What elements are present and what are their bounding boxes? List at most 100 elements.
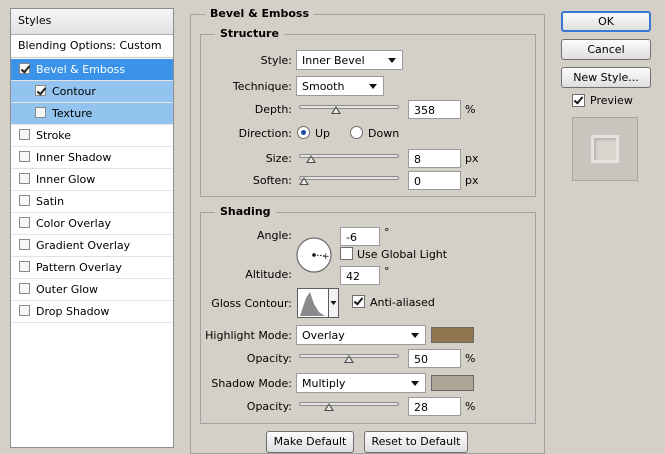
style-item-bevel-emboss[interactable]: Bevel & Emboss	[11, 59, 173, 81]
style-item-checkbox[interactable]	[19, 261, 30, 272]
style-item-checkbox[interactable]	[19, 151, 30, 162]
blending-options-item[interactable]: Blending Options: Custom	[11, 36, 173, 58]
style-item-outer-glow[interactable]: Outer Glow	[11, 279, 173, 301]
style-label: Style:	[260, 54, 292, 67]
style-item-label: Stroke	[36, 129, 72, 142]
depth-unit: %	[465, 103, 476, 116]
shadow-opacity-input[interactable]: 28	[408, 397, 461, 416]
style-item-checkbox[interactable]	[19, 173, 30, 184]
style-item-checkbox[interactable]	[19, 239, 30, 250]
new-style-button[interactable]: New Style...	[561, 67, 651, 88]
soften-input[interactable]: 0	[408, 171, 461, 190]
use-global-light-checkbox[interactable]	[340, 247, 353, 260]
style-item-label: Bevel & Emboss	[36, 63, 126, 76]
direction-down-label[interactable]: Down	[368, 127, 399, 140]
use-global-light-label[interactable]: Use Global Light	[357, 248, 447, 261]
highlight-opacity-unit: %	[465, 352, 476, 365]
style-item-pattern-overlay[interactable]: Pattern Overlay	[11, 257, 173, 279]
technique-dropdown-value: Smooth	[302, 80, 345, 93]
bevel-emboss-title: Bevel & Emboss	[205, 7, 314, 20]
depth-input[interactable]: 358	[408, 100, 461, 119]
style-item-label: Color Overlay	[36, 217, 111, 230]
highlight-opacity-slider-thumb[interactable]	[344, 355, 354, 363]
angle-label: Angle:	[256, 229, 292, 242]
depth-slider-track	[299, 105, 399, 109]
style-item-checkbox[interactable]	[19, 195, 30, 206]
shadow-opacity-slider[interactable]	[299, 397, 399, 411]
size-slider-thumb[interactable]	[306, 155, 317, 163]
size-unit: px	[465, 152, 479, 165]
style-item-drop-shadow[interactable]: Drop Shadow	[11, 301, 173, 323]
highlight-opacity-input[interactable]: 50	[408, 349, 461, 368]
shadow-opacity-slider-thumb[interactable]	[324, 403, 335, 411]
chevron-down-icon	[369, 84, 377, 89]
technique-dropdown[interactable]: Smooth	[296, 76, 384, 96]
svg-text:+: +	[322, 252, 330, 262]
anti-aliased-label[interactable]: Anti-aliased	[370, 296, 435, 309]
style-item-stroke[interactable]: Stroke	[11, 125, 173, 147]
style-item-label: Inner Glow	[36, 173, 96, 186]
highlight-mode-dropdown[interactable]: Overlay	[296, 325, 426, 345]
soften-label: Soften:	[252, 174, 292, 187]
style-item-checkbox[interactable]	[35, 107, 46, 118]
style-item-checkbox[interactable]	[19, 283, 30, 294]
highlight-opacity-label: Opacity:	[246, 352, 292, 365]
soften-slider[interactable]	[299, 171, 399, 185]
angle-unit: °	[384, 226, 390, 239]
style-item-gradient-overlay[interactable]: Gradient Overlay	[11, 235, 173, 257]
size-slider[interactable]	[299, 149, 399, 163]
shadow-opacity-unit: %	[465, 400, 476, 413]
style-dropdown[interactable]: Inner Bevel	[296, 50, 403, 70]
style-item-checkbox[interactable]	[19, 217, 30, 228]
depth-slider-thumb[interactable]	[330, 106, 341, 114]
highlight-opacity-slider[interactable]	[299, 349, 399, 363]
shadow-mode-value: Multiply	[302, 377, 346, 390]
chevron-down-icon	[388, 58, 396, 63]
size-input[interactable]: 8	[408, 149, 461, 168]
style-item-satin[interactable]: Satin	[11, 191, 173, 213]
depth-slider[interactable]	[299, 100, 399, 114]
direction-down-radio[interactable]	[350, 126, 363, 139]
style-dropdown-value: Inner Bevel	[302, 54, 365, 67]
shadow-opacity-label: Opacity:	[246, 400, 292, 413]
style-item-texture[interactable]: Texture	[11, 103, 173, 125]
style-item-label: Pattern Overlay	[36, 261, 122, 274]
soften-slider-thumb[interactable]	[299, 177, 309, 185]
style-item-checkbox[interactable]	[19, 129, 30, 140]
make-default-button[interactable]: Make Default	[266, 431, 354, 453]
cancel-button[interactable]: Cancel	[561, 39, 651, 60]
size-label: Size:	[265, 152, 292, 165]
style-item-label: Gradient Overlay	[36, 239, 131, 252]
styles-header[interactable]: Styles	[11, 9, 173, 35]
shadow-opacity-slider-track	[299, 402, 399, 406]
shading-title: Shading	[215, 205, 276, 218]
shadow-color-swatch[interactable]	[431, 375, 474, 391]
highlight-color-swatch[interactable]	[431, 327, 474, 343]
style-item-color-overlay[interactable]: Color Overlay	[11, 213, 173, 235]
style-item-inner-shadow[interactable]: Inner Shadow	[11, 147, 173, 169]
style-item-inner-glow[interactable]: Inner Glow	[11, 169, 173, 191]
depth-label: Depth:	[254, 103, 292, 116]
style-item-checkbox[interactable]	[19, 63, 30, 74]
preview-label[interactable]: Preview	[590, 94, 633, 107]
chevron-down-icon	[411, 333, 419, 338]
altitude-unit: °	[384, 265, 390, 278]
angle-dial[interactable]: +	[295, 236, 333, 274]
style-item-checkbox[interactable]	[35, 85, 46, 96]
preview-square	[591, 135, 619, 163]
preview-checkbox[interactable]	[572, 94, 585, 107]
shadow-mode-dropdown[interactable]: Multiply	[296, 373, 426, 393]
style-preview-thumbnail	[572, 117, 638, 181]
anti-aliased-checkbox[interactable]	[352, 295, 365, 308]
style-item-label: Satin	[36, 195, 65, 208]
chevron-down-icon	[411, 381, 419, 386]
reset-to-default-button[interactable]: Reset to Default	[364, 431, 468, 453]
direction-up-label[interactable]: Up	[315, 127, 330, 140]
direction-up-radio[interactable]	[297, 126, 310, 139]
gloss-contour-picker[interactable]	[297, 288, 339, 318]
altitude-input[interactable]: 42	[340, 266, 380, 285]
ok-button[interactable]: OK	[561, 11, 651, 32]
angle-input[interactable]: -6	[340, 227, 380, 246]
style-item-contour[interactable]: Contour	[11, 81, 173, 103]
style-item-checkbox[interactable]	[19, 305, 30, 316]
